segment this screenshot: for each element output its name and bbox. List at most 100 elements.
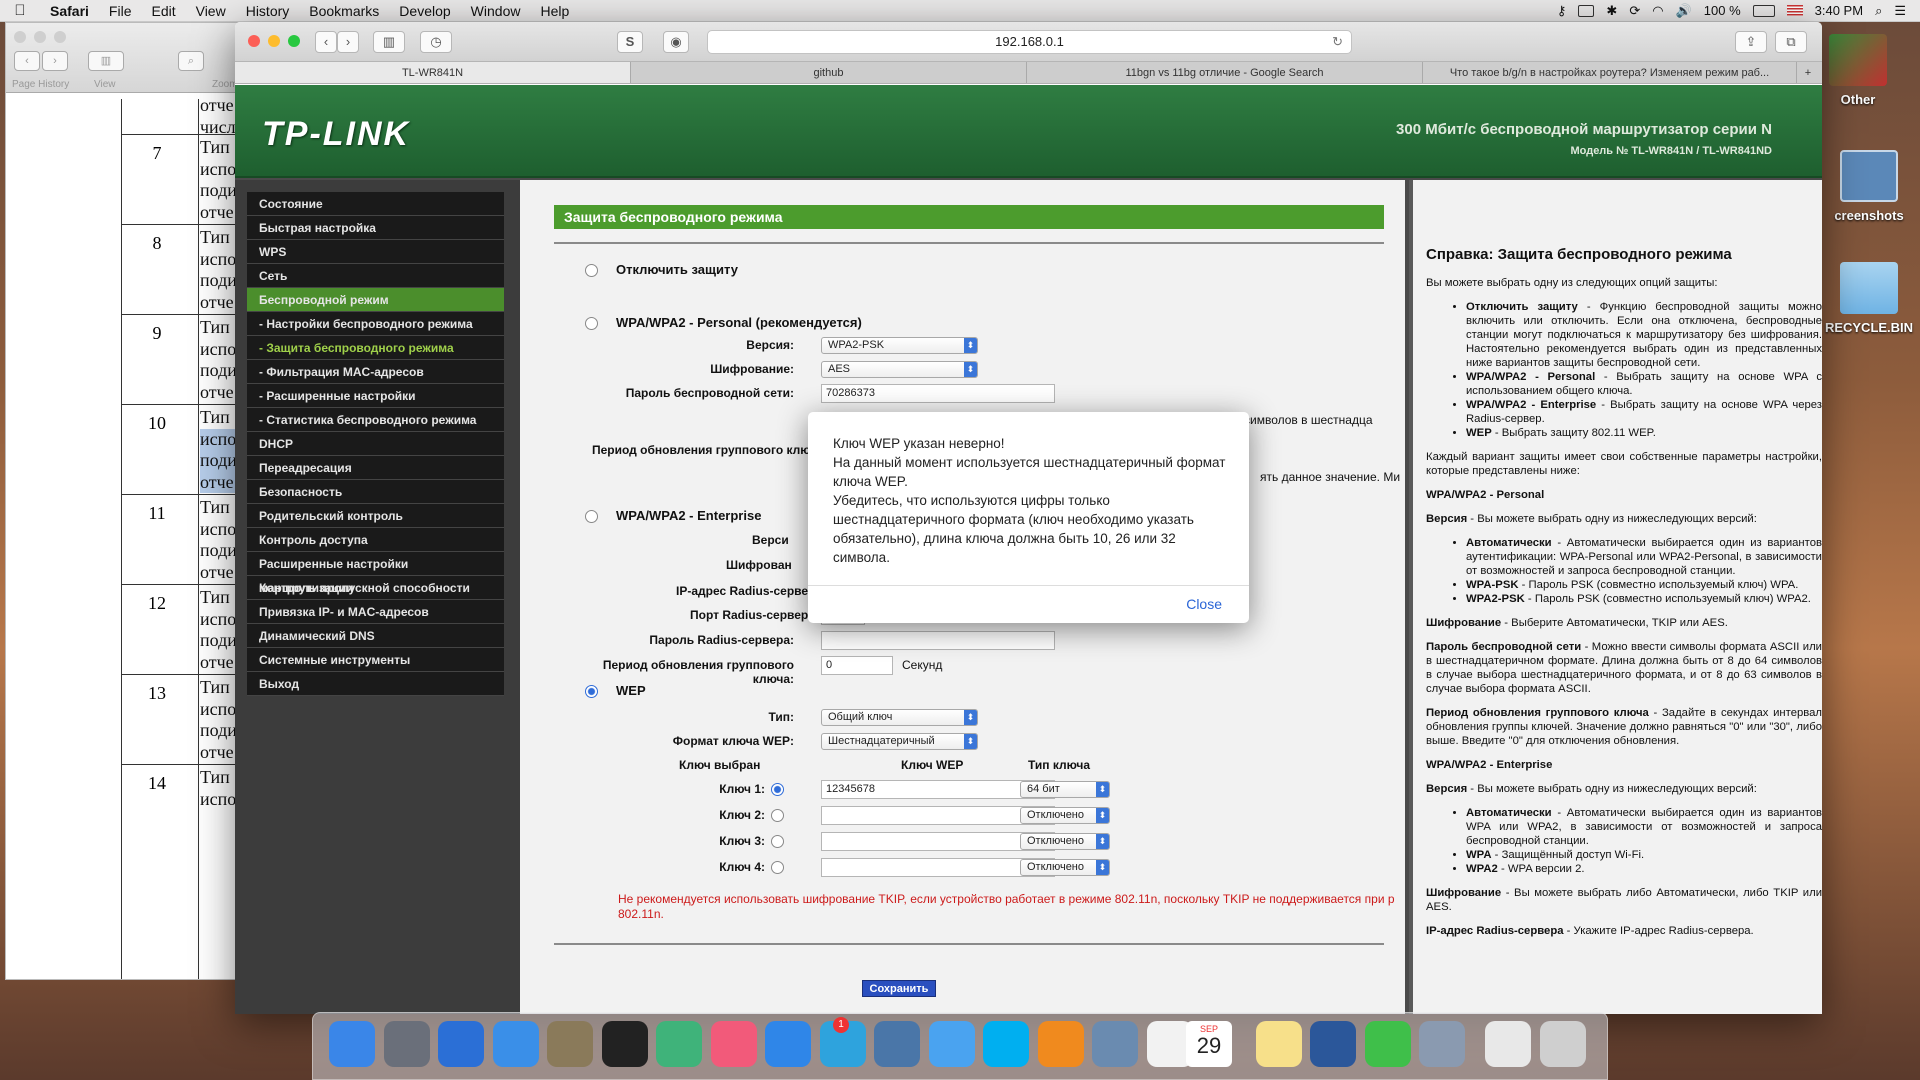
menu-bookmarks[interactable]: Bookmarks [299,3,389,19]
sync-icon[interactable]: ⟳ [1629,3,1640,19]
tab-google-search[interactable]: 11bgn vs 11bg отличие - Google Search [1027,62,1423,83]
back-button[interactable]: ‹ [315,31,337,53]
key4-radio[interactable] [771,861,784,874]
sidebar-item-dhcp[interactable]: DHCP [247,432,504,456]
sidebar-item-wireless[interactable]: Беспроводной режим [247,288,504,312]
dock-preview-icon[interactable] [1092,1021,1138,1067]
dock-calendar-icon[interactable]: SEP 29 [1186,1021,1232,1067]
forward-icon[interactable]: › [42,51,68,71]
volume-icon[interactable]: 🔊 [1676,3,1692,19]
address-bar[interactable]: 192.168.0.1 ↻ [707,30,1352,54]
dock-safari-icon[interactable] [765,1021,811,1067]
sidebar-item-network[interactable]: Сеть [247,264,504,288]
tabs-overview-icon[interactable]: ⧉ [1775,31,1807,53]
sidebar-item-bandwidth-control[interactable]: Контроль пропускной способности [247,576,504,600]
radio-wpa-enterprise[interactable] [585,510,598,523]
sidebar-item-parental-control[interactable]: Родительский контроль [247,504,504,528]
battery-percent[interactable]: 100 % [1704,3,1741,18]
sidebar-item-dynamic-dns[interactable]: Динамический DNS [247,624,504,648]
search-icon[interactable]: ⌕ [1875,3,1882,19]
menu-file[interactable]: File [99,3,142,19]
sidebar-item-access-control[interactable]: Контроль доступа [247,528,504,552]
menu-app-name[interactable]: Safari [40,3,99,19]
dock-vk-icon[interactable] [874,1021,920,1067]
menu-window[interactable]: Window [461,3,531,19]
dock-trash-icon[interactable] [1539,1021,1586,1067]
radio-wep[interactable] [585,685,598,698]
sidebar-item-forwarding[interactable]: Переадресация [247,456,504,480]
radio-disable-security[interactable] [585,264,598,277]
enterprise-group-key-input[interactable]: 0 [821,656,893,675]
wireless-password-input[interactable]: 70286373 [821,384,1055,403]
dock-image-capture-icon[interactable] [1419,1021,1465,1067]
tab-router-article[interactable]: Что такое b/g/n в настройках роутера? Из… [1423,62,1797,83]
menu-edit[interactable]: Edit [141,3,185,19]
menu-help[interactable]: Help [530,3,579,19]
key3-type-select[interactable]: Отключено [1020,833,1110,850]
menu-history[interactable]: History [236,3,300,19]
desktop-icon-recycle-bin[interactable]: RECYCLE.BIN [1820,262,1918,335]
key2-type-select[interactable]: Отключено [1020,807,1110,824]
radio-wpa-personal[interactable] [585,317,598,330]
menu-develop[interactable]: Develop [389,3,460,19]
history-icon[interactable]: ◷ [420,31,452,53]
sidebar-item-advanced-routing[interactable]: Расширенные настройки маршрутизации [247,552,504,595]
key3-radio[interactable] [771,835,784,848]
sidebar-item-security[interactable]: Безопасность [247,480,504,504]
key4-type-select[interactable]: Отключено [1020,859,1110,876]
dock-stickies-icon[interactable] [1255,1021,1302,1067]
tab-tl-wr841n[interactable]: TL-WR841N [235,62,631,83]
window-zoom-button[interactable] [54,31,66,43]
sidebar-item-logout[interactable]: Выход [247,672,504,696]
key2-radio[interactable] [771,809,784,822]
dock-terminal-icon[interactable] [601,1021,648,1067]
cipher-select[interactable]: AES [821,361,978,378]
radius-password-input[interactable] [821,631,1055,650]
wep-format-select[interactable]: Шестнадцатеричный [821,733,978,750]
window-close-button[interactable] [14,31,26,43]
close-button[interactable] [248,35,260,47]
version-select[interactable]: WPA2-PSK [821,337,978,354]
sidebar-item-wireless-settings[interactable]: - Настройки беспроводного режима [247,312,504,336]
back-icon[interactable]: ‹ [14,51,40,71]
minimize-button[interactable] [268,35,280,47]
dock-atom-icon[interactable] [656,1021,702,1067]
sidebar-item-system-tools[interactable]: Системные инструменты [247,648,504,672]
reload-icon[interactable]: ↻ [1332,31,1343,53]
key1-radio[interactable] [771,783,784,796]
apple-icon[interactable]:  [0,2,40,19]
dock-messenger-icon[interactable] [928,1021,975,1067]
zoom-out-icon[interactable]: ⌕ [178,51,204,71]
dock-facetime-icon[interactable] [1364,1021,1411,1067]
desktop-icon-screenshots[interactable]: creenshots [1820,150,1918,223]
view-icon[interactable]: ▥ [88,51,124,71]
sidebar-item-ip-mac-binding[interactable]: Привязка IP- и MAC-адресов [247,600,504,624]
sidebar-item-quick-setup[interactable]: Быстрая настройка [247,216,504,240]
extension-s-icon[interactable]: S [617,31,643,53]
battery-icon[interactable] [1752,4,1775,17]
dock-skype-icon[interactable] [983,1021,1029,1067]
sidebar-toggle-icon[interactable]: ▥ [373,31,405,53]
zoom-button[interactable] [288,35,300,47]
tab-github[interactable]: github [631,62,1027,83]
dock-simulator-icon[interactable] [492,1021,539,1067]
sidebar-item-advanced-wireless[interactable]: - Расширенные настройки [247,384,504,408]
share-icon[interactable]: ⇪ [1735,31,1767,53]
desktop-icon-other[interactable]: Other [1818,34,1898,107]
clock[interactable]: 3:40 PM [1815,3,1863,18]
sidebar-item-wireless-security[interactable]: - Защита беспроводного режима [247,336,504,360]
window-minimize-button[interactable] [34,31,46,43]
sidebar-item-wps[interactable]: WPS [247,240,504,264]
dock-archive-icon[interactable] [547,1021,593,1067]
extension-shield-icon[interactable]: ◉ [663,31,689,53]
list-icon[interactable]: ☰ [1894,3,1906,19]
wifi-icon[interactable]: ◠ [1652,3,1663,19]
wep-type-select[interactable]: Общий ключ [821,709,978,726]
sidebar-item-wireless-stats[interactable]: - Статистика беспроводного режима [247,408,504,432]
dock-zip-icon[interactable] [1485,1021,1531,1067]
new-tab-button[interactable]: + [1797,62,1819,83]
key1-type-select[interactable]: 64 бит [1020,781,1110,798]
sidebar-item-status[interactable]: Состояние [247,192,504,216]
display-icon[interactable] [1578,4,1595,17]
key-icon[interactable]: ⚷ [1557,3,1567,19]
